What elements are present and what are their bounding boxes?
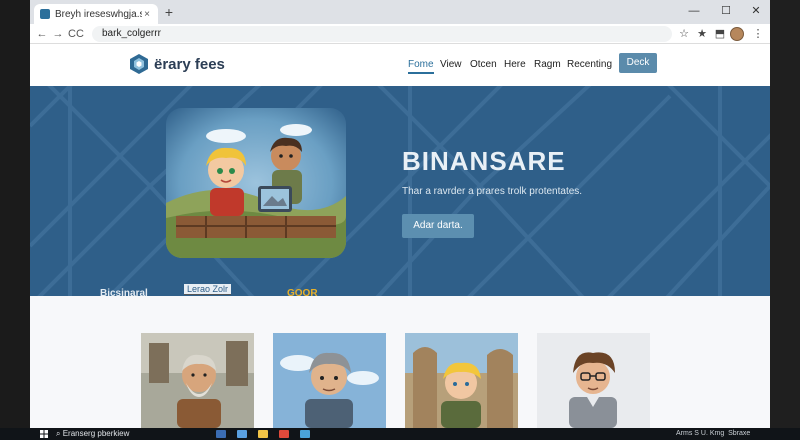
hero-banner: BINANSARE Thar a ravrder a prares trolk … <box>30 86 770 296</box>
browser-menu-icon[interactable]: ⋮ <box>750 26 766 42</box>
os-taskbar: ⌕ Eranserg pberkiew Arms S U. Kmg Sbraxe <box>0 428 800 440</box>
nav-link-ragm[interactable]: Ragm <box>534 59 561 70</box>
forward-arrow-icon[interactable]: → <box>50 26 66 42</box>
taskbar-search[interactable]: ⌕ Eranserg pberkiew <box>56 429 129 439</box>
partner-logo-3: GOOR <box>287 288 318 296</box>
partner-logo-1: Bicsinaral <box>100 288 148 296</box>
chrome-browser-icon[interactable] <box>279 430 289 438</box>
character-card-old-man[interactable] <box>141 333 254 428</box>
reload-icon[interactable]: CC <box>66 26 86 42</box>
back-arrow-icon[interactable]: ← <box>34 26 50 42</box>
address-text: bark_colgerrr <box>102 28 161 39</box>
maximize-button[interactable]: ☐ <box>716 2 736 20</box>
nav-link-otcen[interactable]: Otcen <box>470 59 497 70</box>
windows-start-icon[interactable] <box>40 430 48 438</box>
site-header: ërary fees Fome View Otcen Here Ragm Rec… <box>30 44 770 86</box>
hero-background-pattern <box>30 86 770 296</box>
brand-name[interactable]: ërary fees <box>154 56 225 73</box>
nav-link-here[interactable]: Here <box>504 59 526 70</box>
browser-window: Breyh ireseswhgja.s × + — ☐ ✕ ← → CC bar… <box>30 0 770 428</box>
deck-button[interactable]: Deck <box>619 53 657 73</box>
tray-clock: Sbraxe <box>728 430 751 437</box>
nav-link-view[interactable]: View <box>440 59 462 70</box>
bookmark-star-icon[interactable]: ☆ <box>676 26 692 42</box>
tab-close-icon[interactable]: × <box>142 9 152 20</box>
store-icon[interactable] <box>300 430 310 438</box>
hero-title: BINANSARE <box>402 146 566 176</box>
profile-avatar[interactable] <box>730 27 744 41</box>
file-explorer-icon[interactable] <box>258 430 268 438</box>
nav-link-home[interactable]: Fome <box>408 59 434 74</box>
extension-icon[interactable]: ⬒ <box>712 26 728 42</box>
system-tray[interactable]: Arms S U. Kmg Sbraxe <box>676 429 750 439</box>
site-logo-icon[interactable] <box>128 53 150 75</box>
tab-strip: Breyh ireseswhgja.s × + — ☐ ✕ <box>30 0 770 24</box>
desktop-left-edge <box>0 0 30 428</box>
edge-browser-icon[interactable] <box>237 430 247 438</box>
reload-icon-prefix: C <box>68 28 76 40</box>
hero-cta-button[interactable]: Adar darta. <box>402 214 474 238</box>
reading-list-star-icon[interactable]: ★ <box>694 26 710 42</box>
character-card-glasses[interactable] <box>537 333 650 428</box>
address-bar[interactable]: bark_colgerrr <box>92 26 672 42</box>
task-view-icon[interactable] <box>216 430 226 438</box>
close-window-button[interactable]: ✕ <box>746 2 766 20</box>
character-card-blond-kid[interactable] <box>405 333 518 428</box>
browser-tab[interactable]: Breyh ireseswhgja.s × <box>34 4 158 24</box>
minimize-button[interactable]: — <box>684 2 704 20</box>
site-favicon-icon <box>40 9 50 19</box>
hero-subtitle: Thar a ravrder a prares trolk protentate… <box>402 186 583 197</box>
partner-logo-2: Lerao Zolr <box>184 284 232 295</box>
new-tab-button[interactable]: + <box>161 4 177 20</box>
character-card-gray-hair[interactable] <box>273 333 386 428</box>
tab-title: Breyh ireseswhgja.s <box>55 8 142 20</box>
hero-illustration <box>166 108 346 258</box>
desktop-right-edge <box>770 0 800 428</box>
browser-toolbar: ← → CC bark_colgerrr ☆ ★ ⬒ ⋮ <box>30 24 770 44</box>
reload-icon-glyph: C <box>76 28 84 40</box>
nav-link-recenting[interactable]: Recenting <box>567 59 612 70</box>
character-cards <box>30 296 770 428</box>
tray-text: Arms S U. Kmg <box>676 430 725 437</box>
taskbar-search-text: Eranserg pberkiew <box>62 429 130 438</box>
